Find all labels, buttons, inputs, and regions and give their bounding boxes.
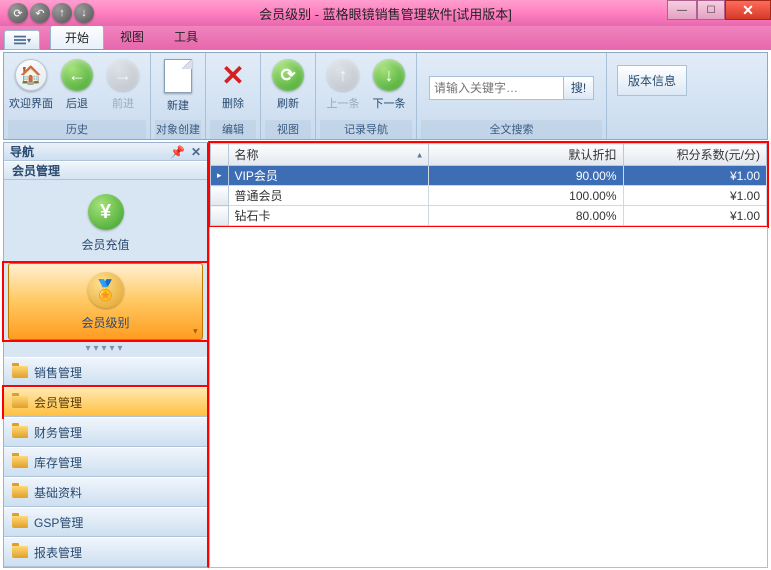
back-icon: ←: [61, 59, 93, 91]
group-recordnav-label: 记录导航: [320, 120, 412, 139]
sidebar: 导航 📌 ✕ 会员管理 ¥ 会员充值 🏅 会员级别 ▾▾▾▾▾ 销售管理 会员管…: [3, 142, 209, 568]
table-row[interactable]: ▸ VIP会员 90.00% ¥1.00: [211, 166, 767, 186]
sidebar-header: 导航 📌 ✕: [4, 143, 207, 161]
main-area: 名称▲ 默认折扣 积分系数(元/分) ▸ VIP会员 90.00% ¥1.00 …: [209, 142, 768, 568]
row-indicator: ▸: [211, 166, 229, 186]
acc-finance[interactable]: 财务管理: [4, 417, 207, 447]
nav-item-level[interactable]: 🏅 会员级别: [8, 263, 203, 340]
app-menu-dropdown[interactable]: ▾: [4, 30, 40, 50]
group-history-label: 历史: [8, 120, 146, 139]
tb-down-icon[interactable]: ↓: [74, 3, 94, 23]
tb-up-icon[interactable]: ↑: [52, 3, 72, 23]
cell-points: ¥1.00: [623, 186, 766, 206]
acc-basic[interactable]: 基础资料: [4, 477, 207, 507]
folder-icon: [12, 486, 28, 498]
folder-icon: [12, 426, 28, 438]
cell-points: ¥1.00: [623, 206, 766, 226]
close-button[interactable]: ✕: [725, 0, 771, 20]
new-doc-icon: [164, 59, 192, 93]
delete-button[interactable]: ✕ 删除: [210, 55, 256, 120]
nav-more-dots: ▾▾▾▾▾: [4, 342, 207, 355]
prev-icon: ↑: [327, 59, 359, 91]
group-view-label: 视图: [265, 120, 311, 139]
folder-icon: [12, 546, 28, 558]
home-icon: 🏠: [15, 59, 47, 91]
menubar: ▾ 开始 视图 工具: [0, 26, 771, 50]
minimize-button[interactable]: —: [667, 0, 697, 20]
cell-points: ¥1.00: [623, 166, 766, 186]
table-row[interactable]: 普通会员 100.00% ¥1.00: [211, 186, 767, 206]
folder-icon: [12, 366, 28, 378]
acc-stock[interactable]: 库存管理: [4, 447, 207, 477]
cell-name: VIP会员: [228, 166, 428, 186]
refresh-button[interactable]: ⟳ 刷新: [265, 55, 311, 120]
acc-member[interactable]: 会员管理: [4, 387, 207, 417]
delete-icon: ✕: [217, 59, 249, 91]
refresh-icon: ⟳: [272, 59, 304, 91]
next-icon: ↓: [373, 59, 405, 91]
col-points[interactable]: 积分系数(元/分): [623, 144, 766, 166]
acc-report[interactable]: 报表管理: [4, 537, 207, 567]
sidebar-section-member[interactable]: 会员管理: [4, 161, 207, 180]
group-create-label: 对象创建: [155, 120, 201, 139]
table-empty-area: [209, 227, 768, 568]
nav-item-recharge[interactable]: ¥ 会员充值: [8, 186, 203, 261]
welcome-button[interactable]: 🏠 欢迎界面: [8, 55, 54, 120]
back-button[interactable]: ← 后退: [54, 55, 100, 120]
row-header-col: [211, 144, 229, 166]
ribbon: 🏠 欢迎界面 ← 后退 → 前进 历史 新建 对象创建 ✕: [3, 52, 768, 140]
next-record-button[interactable]: ↓ 下一条: [366, 55, 412, 120]
col-name[interactable]: 名称▲: [228, 144, 428, 166]
cell-discount: 100.00%: [428, 186, 623, 206]
cell-name: 钻石卡: [228, 206, 428, 226]
table-row[interactable]: 钻石卡 80.00% ¥1.00: [211, 206, 767, 226]
row-indicator: [211, 186, 229, 206]
search-button[interactable]: 搜!: [564, 76, 594, 100]
sort-asc-icon: ▲: [416, 150, 424, 159]
level-icon: 🏅: [88, 272, 124, 308]
cell-name: 普通会员: [228, 186, 428, 206]
tb-undo-icon[interactable]: ↶: [30, 3, 50, 23]
version-info-button[interactable]: 版本信息: [617, 65, 687, 96]
tab-view[interactable]: 视图: [106, 25, 158, 49]
sidebar-title: 导航: [10, 143, 34, 160]
tb-refresh-icon[interactable]: ⟳: [8, 3, 28, 23]
acc-sales[interactable]: 销售管理: [4, 357, 207, 387]
folder-icon: [12, 396, 28, 408]
sidebar-close-icon[interactable]: ✕: [191, 145, 201, 159]
prev-record-button: ↑ 上一条: [320, 55, 366, 120]
cell-discount: 80.00%: [428, 206, 623, 226]
row-indicator: [211, 206, 229, 226]
maximize-button[interactable]: ☐: [697, 0, 725, 20]
group-edit-label: 编辑: [210, 120, 256, 139]
search-input[interactable]: [429, 76, 564, 100]
forward-button: → 前进: [100, 55, 146, 120]
forward-icon: →: [107, 59, 139, 91]
folder-icon: [12, 516, 28, 528]
tab-start[interactable]: 开始: [50, 25, 104, 49]
pin-icon[interactable]: 📌: [170, 145, 185, 159]
tab-tools[interactable]: 工具: [160, 25, 212, 49]
new-button[interactable]: 新建: [155, 55, 201, 120]
folder-icon: [12, 456, 28, 468]
group-search-label: 全文搜索: [421, 120, 602, 139]
titlebar: ⟳ ↶ ↑ ↓ 会员级别 - 蓝格眼镜销售管理软件[试用版本] — ☐ ✕: [0, 0, 771, 26]
acc-gsp[interactable]: GSP管理: [4, 507, 207, 537]
member-level-table[interactable]: 名称▲ 默认折扣 积分系数(元/分) ▸ VIP会员 90.00% ¥1.00 …: [210, 143, 767, 226]
window-title: 会员级别 - 蓝格眼镜销售管理软件[试用版本]: [259, 4, 512, 23]
cell-discount: 90.00%: [428, 166, 623, 186]
recharge-icon: ¥: [88, 194, 124, 230]
col-discount[interactable]: 默认折扣: [428, 144, 623, 166]
